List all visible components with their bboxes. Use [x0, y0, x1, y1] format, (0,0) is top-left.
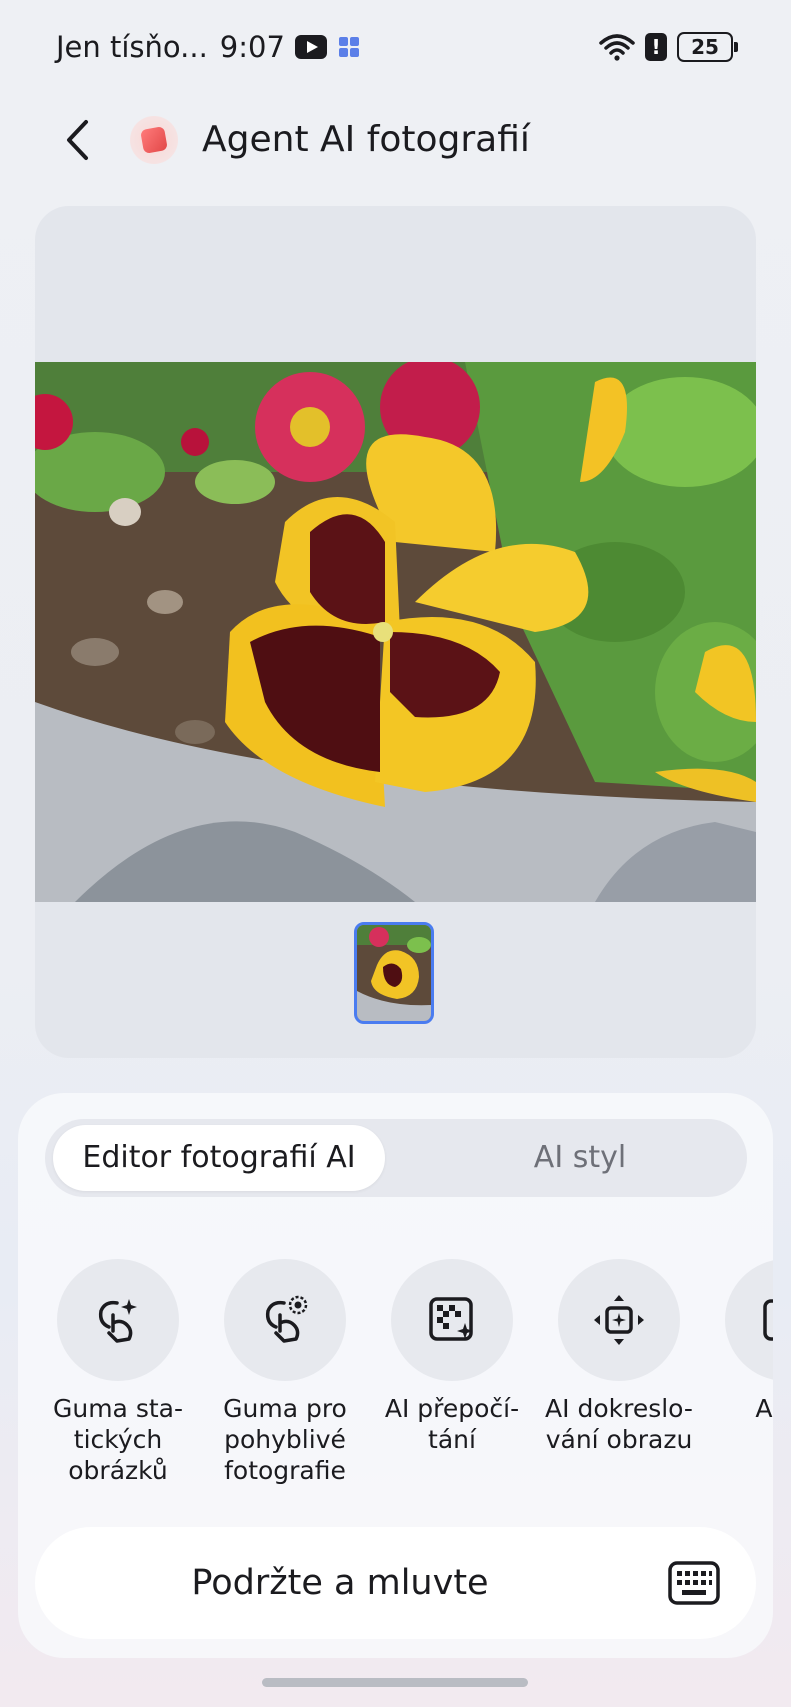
tool-label: Guma sta-tických obrázků: [52, 1394, 183, 1485]
tool-motion-eraser[interactable]: Guma pro pohyblivé fotografie: [202, 1259, 368, 1486]
tool-icon-bg: [224, 1259, 346, 1381]
tools-row: Guma sta-tických obrázků Guma pro pohybliv…: [18, 1259, 773, 1489]
tool-icon-bg: [725, 1259, 773, 1381]
tab-ai-style[interactable]: AI styl: [425, 1125, 735, 1191]
tab-ai-photo-editor[interactable]: Editor fotografií AI: [53, 1125, 385, 1191]
page-title: Agent AI fotografií: [202, 119, 530, 160]
hold-to-talk-label: Podržte a mluvte: [191, 1563, 489, 1603]
hold-to-talk-button[interactable]: Podržte a mluvte: [35, 1527, 756, 1639]
photo-preview-card: [35, 206, 756, 1058]
frame-icon: [763, 1299, 773, 1341]
keyboard-icon[interactable]: [668, 1561, 720, 1605]
eraser-sparkle-icon: [98, 1299, 137, 1343]
tool-label: AI koz: [755, 1394, 773, 1423]
wifi-icon: [599, 34, 635, 61]
motion-eraser-icon: [265, 1295, 308, 1343]
carrier-text: Jen tísňo...: [56, 30, 208, 64]
tool-icon-bg: [391, 1259, 513, 1381]
expand-arrows-icon: [594, 1295, 644, 1345]
back-button[interactable]: [55, 116, 103, 164]
tool-ai-outpaint[interactable]: AI dokreslo-vání obrazu: [536, 1259, 702, 1455]
photo-thumbnail[interactable]: [354, 922, 434, 1024]
mode-tabs: Editor fotografií AI AI styl: [45, 1119, 747, 1197]
status-bar: Jen tísňo... 9:07 ! 25: [0, 0, 791, 100]
home-indicator[interactable]: [262, 1678, 528, 1687]
tool-static-eraser[interactable]: Guma sta-tických obrázků: [35, 1259, 201, 1486]
main-photo[interactable]: [35, 362, 756, 902]
status-right: ! 25: [599, 32, 738, 62]
tool-icon-bg: [558, 1259, 680, 1381]
tool-label: AI dokreslo-vání obrazu: [545, 1394, 693, 1454]
app-grid-icon: [338, 37, 359, 57]
tool-ai-upscale[interactable]: AI přepočí-tání: [369, 1259, 535, 1455]
header: Agent AI fotografií: [0, 100, 791, 182]
tool-icon-bg: [57, 1259, 179, 1381]
chevron-left-icon: [67, 120, 88, 160]
status-left: Jen tísňo... 9:07: [56, 30, 359, 64]
upscale-grid-icon: [429, 1297, 473, 1341]
tool-ai-partial[interactable]: AI koz: [703, 1259, 773, 1455]
tool-label: AI přepočí-tání: [384, 1394, 520, 1454]
ai-photo-agent-logo: [130, 116, 178, 164]
bottom-panel: Editor fotografií AI AI styl Guma sta-ti…: [18, 1093, 773, 1658]
battery-icon: 25: [677, 32, 738, 62]
alert-icon: !: [645, 33, 667, 61]
youtube-icon: [294, 35, 327, 59]
tool-label: Guma pro pohyblivé fotografie: [223, 1394, 347, 1485]
clock-text: 9:07: [219, 30, 285, 64]
